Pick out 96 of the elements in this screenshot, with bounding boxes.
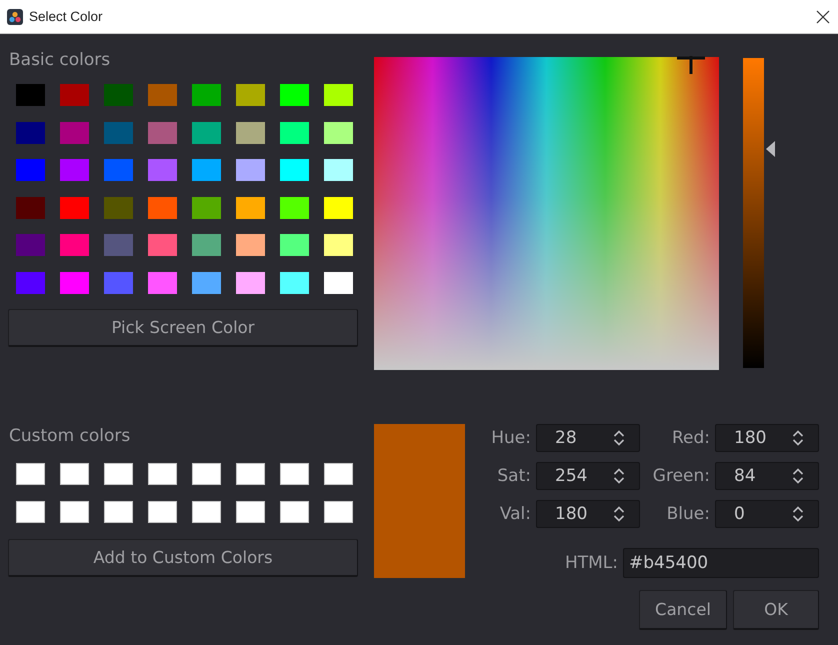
close-icon[interactable] (816, 10, 830, 24)
color-swatch[interactable] (16, 463, 45, 485)
color-swatch[interactable] (60, 501, 89, 523)
color-swatch[interactable] (324, 272, 353, 294)
color-swatch[interactable] (148, 501, 177, 523)
color-swatch[interactable] (324, 159, 353, 181)
field-label: Val: (498, 504, 531, 524)
add-to-custom-colors-button[interactable]: Add to Custom Colors (8, 539, 358, 577)
color-swatch[interactable] (104, 272, 133, 294)
color-swatch[interactable] (192, 84, 221, 106)
color-swatch[interactable] (16, 234, 45, 256)
color-swatch[interactable] (280, 234, 309, 256)
spin-box[interactable]: 28 (536, 424, 640, 452)
color-swatch[interactable] (16, 159, 45, 181)
color-swatch[interactable] (148, 196, 177, 218)
color-swatch[interactable] (16, 272, 45, 294)
pick-screen-color-button[interactable]: Pick Screen Color (8, 309, 358, 347)
color-swatch[interactable] (104, 84, 133, 106)
color-swatch[interactable] (236, 84, 265, 106)
spin-box[interactable]: 84 (715, 462, 819, 490)
app-icon (7, 8, 23, 24)
color-swatch[interactable] (104, 122, 133, 144)
color-swatch[interactable] (236, 196, 265, 218)
color-swatch[interactable] (236, 463, 265, 485)
color-swatch[interactable] (104, 501, 133, 523)
color-swatch[interactable] (280, 159, 309, 181)
color-swatch[interactable] (104, 159, 133, 181)
color-swatch[interactable] (192, 159, 221, 181)
color-swatch[interactable] (60, 196, 89, 218)
color-swatch[interactable] (104, 463, 133, 485)
up-down-arrows-icon[interactable] (613, 430, 625, 446)
color-swatch[interactable] (60, 272, 89, 294)
up-down-arrows-icon[interactable] (613, 468, 625, 484)
color-swatch[interactable] (148, 84, 177, 106)
color-swatch[interactable] (236, 501, 265, 523)
up-down-arrows-icon[interactable] (613, 506, 625, 522)
color-swatch[interactable] (280, 196, 309, 218)
color-swatch[interactable] (16, 122, 45, 144)
color-swatch[interactable] (192, 272, 221, 294)
color-swatch[interactable] (148, 122, 177, 144)
spin-box[interactable]: 180 (715, 424, 819, 452)
color-swatch[interactable] (236, 272, 265, 294)
field-label: Hue: (490, 428, 531, 448)
color-swatch[interactable] (60, 234, 89, 256)
color-swatch[interactable] (60, 463, 89, 485)
color-swatch[interactable] (324, 84, 353, 106)
color-swatch[interactable] (148, 272, 177, 294)
color-swatch[interactable] (104, 234, 133, 256)
spin-box[interactable]: 254 (536, 462, 640, 490)
color-swatch[interactable] (16, 196, 45, 218)
color-swatch[interactable] (192, 122, 221, 144)
color-swatch[interactable] (60, 84, 89, 106)
spin-box[interactable]: 180 (536, 500, 640, 528)
spin-box[interactable]: 0 (715, 500, 819, 528)
field-label: Blue: (666, 504, 710, 524)
color-swatch[interactable] (324, 463, 353, 485)
color-swatch[interactable] (60, 122, 89, 144)
color-swatch[interactable] (16, 84, 45, 106)
color-swatch[interactable] (16, 501, 45, 523)
color-swatch[interactable] (280, 84, 309, 106)
color-swatch[interactable] (280, 272, 309, 294)
color-swatch[interactable] (280, 463, 309, 485)
color-swatch[interactable] (324, 501, 353, 523)
color-swatch[interactable] (192, 234, 221, 256)
ok-button[interactable]: OK (733, 590, 819, 630)
color-swatch[interactable] (60, 159, 89, 181)
color-swatch[interactable] (324, 234, 353, 256)
color-swatch[interactable] (192, 501, 221, 523)
color-swatch[interactable] (236, 159, 265, 181)
color-swatch[interactable] (192, 196, 221, 218)
color-swatch[interactable] (192, 463, 221, 485)
up-down-arrows-icon[interactable] (792, 468, 804, 484)
up-down-arrows-icon[interactable] (792, 430, 804, 446)
color-swatch[interactable] (280, 122, 309, 144)
color-swatch[interactable] (148, 159, 177, 181)
color-swatch[interactable] (236, 122, 265, 144)
section-label: Custom colors (8, 425, 132, 448)
field-label: Sat: (496, 466, 531, 486)
up-down-arrows-icon[interactable] (792, 506, 804, 522)
color-swatch[interactable] (148, 463, 177, 485)
field-label: Red: (670, 428, 710, 448)
hue-saturation-plane[interactable] (374, 57, 719, 370)
color-swatch[interactable] (324, 122, 353, 144)
field-label: HTML: (564, 553, 618, 573)
color-swatch[interactable] (236, 234, 265, 256)
color-swatch[interactable] (324, 196, 353, 218)
crosshair-icon (675, 55, 707, 75)
html-field[interactable]: #b45400 (623, 548, 819, 578)
cancel-button[interactable]: Cancel (639, 590, 727, 630)
slider-handle[interactable] (766, 141, 775, 158)
window-title: Select Color (29, 9, 104, 24)
color-swatch[interactable] (104, 196, 133, 218)
section-label: Basic colors (8, 49, 112, 72)
field-label: Green: (652, 466, 710, 486)
color-swatch[interactable] (280, 501, 309, 523)
color-swatch[interactable] (148, 234, 177, 256)
